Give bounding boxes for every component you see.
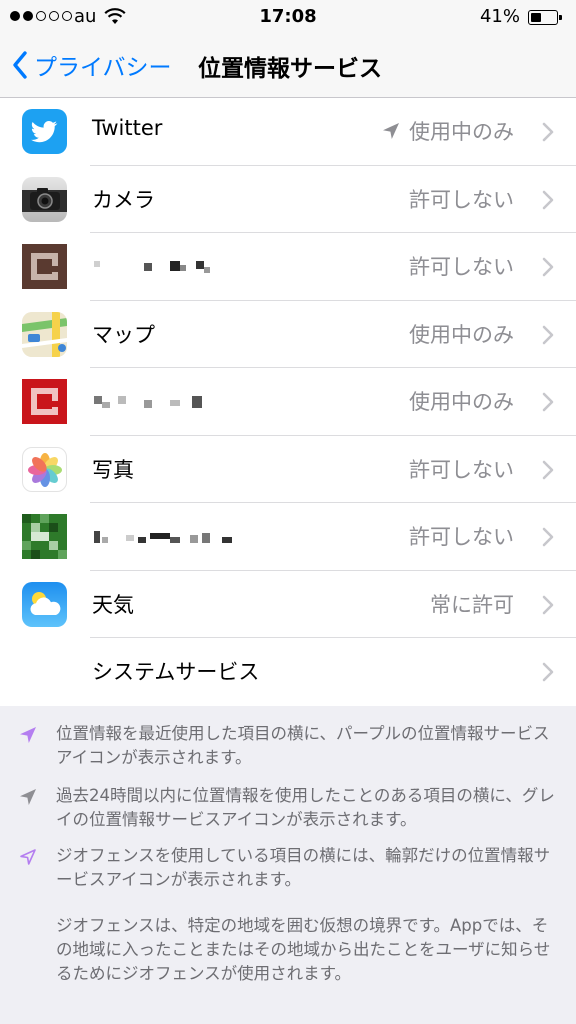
gray-location-arrow-icon	[20, 789, 36, 805]
row-label: カメラ	[92, 187, 155, 212]
pixelated-app-icon	[22, 514, 67, 559]
row-value: 使用中のみ	[409, 120, 514, 144]
footer-note: 過去24時間以内に位置情報を使用したことのある項目の横に、グレイの位置情報サービ…	[20, 784, 558, 832]
footer-note-text: ジオフェンスは、特定の地域を囲む仮想の境界です。Appでは、その地域に入ったこと…	[56, 916, 551, 983]
back-button[interactable]: プライバシー	[12, 48, 172, 82]
list-item-photos[interactable]: 写真 許可しない	[0, 436, 576, 503]
footer-note: 位置情報を最近使用した項目の横に、パープルの位置情報サービスアイコンが表示されま…	[20, 722, 558, 770]
gray-location-arrow-icon	[383, 123, 399, 139]
app-location-list: Twitter 使用中のみ カメラ 許可しない 許可しない マップ 使用中のみ …	[0, 98, 576, 706]
footer-note: ジオフェンスを使用している項目の横には、輪郭だけの位置情報サービスアイコンが表示…	[20, 844, 558, 892]
footer-note-text: 過去24時間以内に位置情報を使用したことのある項目の横に、グレイの位置情報サービ…	[56, 786, 555, 829]
pixelated-label	[94, 396, 202, 408]
weather-icon	[22, 581, 67, 627]
row-label: 写真	[92, 457, 134, 482]
row-value: 使用中のみ	[409, 390, 514, 414]
battery-icon	[528, 10, 562, 25]
chevron-right-icon	[542, 595, 554, 614]
footer-note-text: ジオフェンスを使用している項目の横には、輪郭だけの位置情報サービスアイコンが表示…	[56, 846, 551, 889]
row-value: 使用中のみ	[409, 322, 514, 347]
footer-note: ジオフェンスは、特定の地域を囲む仮想の境界です。Appでは、その地域に入ったこと…	[56, 914, 558, 986]
row-value: 許可しない	[409, 457, 514, 482]
list-item-system-services[interactable]: システムサービス	[0, 638, 576, 706]
photos-icon	[22, 446, 67, 492]
pixelated-app-icon	[22, 244, 67, 289]
chevron-right-icon	[542, 122, 554, 142]
battery-percent: 41%	[479, 6, 520, 27]
pixelated-label	[94, 261, 210, 273]
twitter-icon	[22, 109, 67, 154]
row-value: 許可しない	[409, 187, 514, 212]
purple-location-arrow-icon	[20, 727, 36, 743]
back-button-label: プライバシー	[34, 55, 172, 81]
chevron-right-icon	[542, 460, 554, 479]
row-label: システムサービス	[92, 660, 260, 684]
row-label: Twitter	[92, 116, 163, 140]
chevron-right-icon	[542, 325, 554, 344]
chevron-right-icon	[542, 527, 554, 547]
chevron-right-icon	[542, 190, 554, 209]
list-item-obscured-app[interactable]: 許可しない	[0, 503, 576, 571]
list-item-weather[interactable]: 天気 常に許可	[0, 571, 576, 638]
maps-icon	[22, 311, 67, 357]
list-item-obscured-app[interactable]: 許可しない	[0, 233, 576, 301]
row-value: 常に許可	[430, 592, 514, 617]
camera-icon	[22, 176, 67, 222]
chevron-right-icon	[542, 392, 554, 412]
chevron-right-icon	[542, 257, 554, 277]
list-item-maps[interactable]: マップ 使用中のみ	[0, 301, 576, 368]
chevron-left-icon	[13, 51, 27, 79]
navigation-bar: プライバシー 位置情報サービス	[0, 34, 576, 98]
pixelated-label	[94, 531, 232, 543]
outline-location-arrow-icon	[20, 849, 36, 865]
list-item-obscured-app[interactable]: 使用中のみ	[0, 368, 576, 436]
row-label: マップ	[92, 322, 155, 347]
status-bar: au 17:08 41%	[0, 0, 576, 34]
list-item-camera[interactable]: カメラ 許可しない	[0, 166, 576, 233]
row-value: 許可しない	[409, 255, 514, 279]
row-value-container: 使用中のみ	[381, 116, 514, 146]
row-label: 天気	[92, 592, 134, 617]
list-item-twitter[interactable]: Twitter 使用中のみ	[0, 98, 576, 166]
pixelated-app-icon	[22, 379, 67, 424]
chevron-right-icon	[542, 662, 554, 682]
row-value: 許可しない	[409, 525, 514, 549]
page-title: 位置情報サービス	[198, 56, 382, 82]
footer-note-text: 位置情報を最近使用した項目の横に、パープルの位置情報サービスアイコンが表示されま…	[56, 724, 550, 767]
